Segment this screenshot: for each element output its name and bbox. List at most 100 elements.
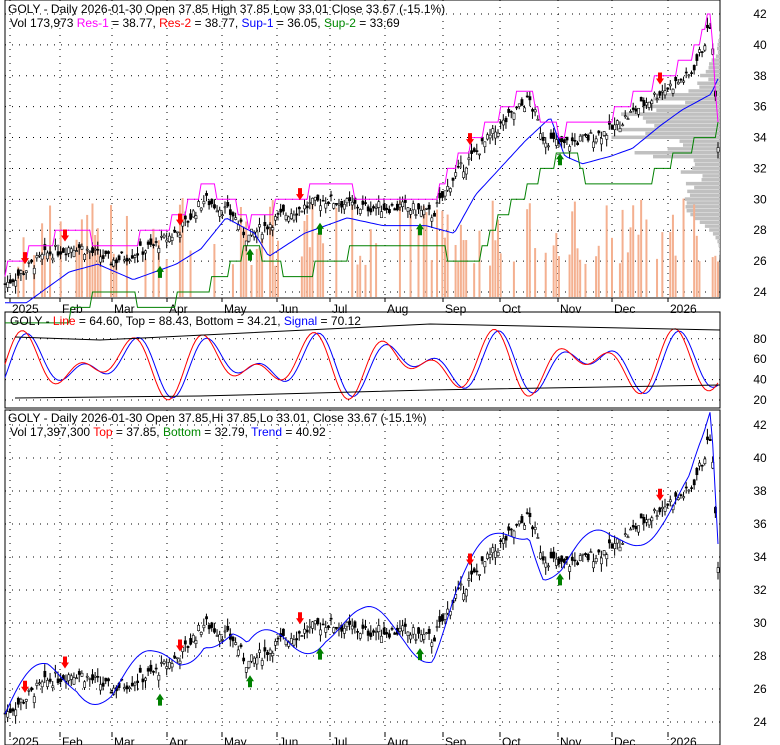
candle	[91, 247, 94, 253]
volume-profile-bar	[699, 220, 720, 224]
candle	[345, 622, 349, 628]
x-tick-label: Oct	[502, 735, 521, 745]
signal-value: = 70.12	[317, 314, 361, 328]
candle	[133, 682, 137, 686]
candle	[515, 106, 519, 109]
volume-profile-bar	[642, 116, 720, 120]
volume-profile-bar	[642, 104, 720, 109]
candle	[525, 512, 529, 514]
candle	[101, 255, 105, 259]
candle	[189, 638, 193, 645]
candle	[578, 135, 582, 142]
candle	[282, 628, 285, 636]
candle	[690, 487, 693, 489]
volume-profile-bar	[704, 224, 720, 228]
candle	[414, 638, 418, 641]
candle	[716, 147, 720, 153]
candle	[157, 247, 161, 254]
trend-line	[4, 412, 719, 715]
candle	[398, 203, 402, 208]
candle	[668, 83, 672, 87]
trend-value: = 40.92	[282, 425, 326, 439]
sell-arrow-icon	[296, 188, 304, 201]
buy-arrow-icon	[316, 222, 324, 235]
candle	[475, 150, 479, 152]
candle	[117, 255, 121, 261]
candle	[54, 244, 57, 247]
panel2-ticker: GOLY -	[10, 314, 53, 328]
candle	[679, 494, 683, 496]
candle	[520, 516, 524, 523]
candle	[215, 210, 219, 213]
volume-bar	[110, 204, 113, 297]
candle	[409, 210, 413, 215]
candle	[149, 664, 153, 672]
candle	[77, 671, 81, 675]
candle	[562, 559, 566, 563]
candle	[377, 625, 381, 633]
candle	[443, 613, 447, 620]
volume-bar	[555, 233, 558, 297]
candle	[684, 486, 688, 489]
candle	[613, 543, 617, 549]
candle	[549, 132, 553, 139]
candle	[125, 257, 129, 262]
volume-bar	[277, 240, 280, 297]
candle	[19, 270, 23, 274]
bottom-value: = 32.79,	[200, 425, 252, 439]
candle	[422, 209, 426, 216]
candle	[605, 554, 609, 560]
volume-bar	[621, 209, 624, 297]
candle	[305, 629, 309, 633]
candle	[573, 559, 577, 562]
candle	[287, 216, 291, 222]
x-tick-label: Dec	[614, 302, 635, 316]
volume-bar	[571, 211, 574, 297]
candle	[674, 77, 678, 82]
candle	[244, 667, 248, 673]
y-tick-label: 60	[753, 352, 767, 366]
candle	[183, 215, 187, 220]
candle	[289, 213, 293, 219]
candle	[499, 539, 503, 542]
volume-profile-bar	[717, 42, 720, 47]
candle	[305, 205, 309, 209]
candle	[475, 570, 479, 573]
candle	[356, 206, 360, 209]
volume-bar	[398, 201, 401, 297]
candle	[562, 139, 566, 144]
candle	[329, 617, 333, 620]
candle	[38, 682, 41, 685]
candle	[122, 687, 126, 690]
candle	[152, 671, 155, 673]
volume-bar	[152, 228, 155, 297]
candle	[263, 647, 267, 652]
candle	[650, 100, 654, 104]
candle	[295, 213, 299, 216]
volume-text: Vol 173,973	[10, 16, 74, 30]
candle	[581, 134, 585, 137]
candle	[597, 130, 601, 134]
y-tick-label: 30	[753, 192, 767, 206]
candle	[557, 558, 561, 564]
candle	[536, 118, 540, 121]
volume-bar	[189, 250, 192, 297]
volume-bar	[80, 219, 83, 297]
candle	[75, 250, 79, 252]
candle	[623, 115, 627, 118]
candle	[419, 634, 423, 642]
candle	[22, 273, 26, 275]
volume-bar	[669, 231, 672, 297]
candle	[621, 543, 625, 545]
x-tick-label: Aug	[387, 735, 408, 745]
candle	[642, 516, 646, 524]
candle	[552, 551, 556, 559]
candle	[122, 259, 126, 262]
candle	[618, 128, 622, 133]
candle	[345, 198, 349, 204]
candle	[38, 254, 41, 257]
candle	[602, 131, 606, 136]
x-tick-label: Jun	[279, 735, 298, 745]
candle	[539, 133, 542, 140]
volume-profile-bar	[705, 69, 720, 74]
